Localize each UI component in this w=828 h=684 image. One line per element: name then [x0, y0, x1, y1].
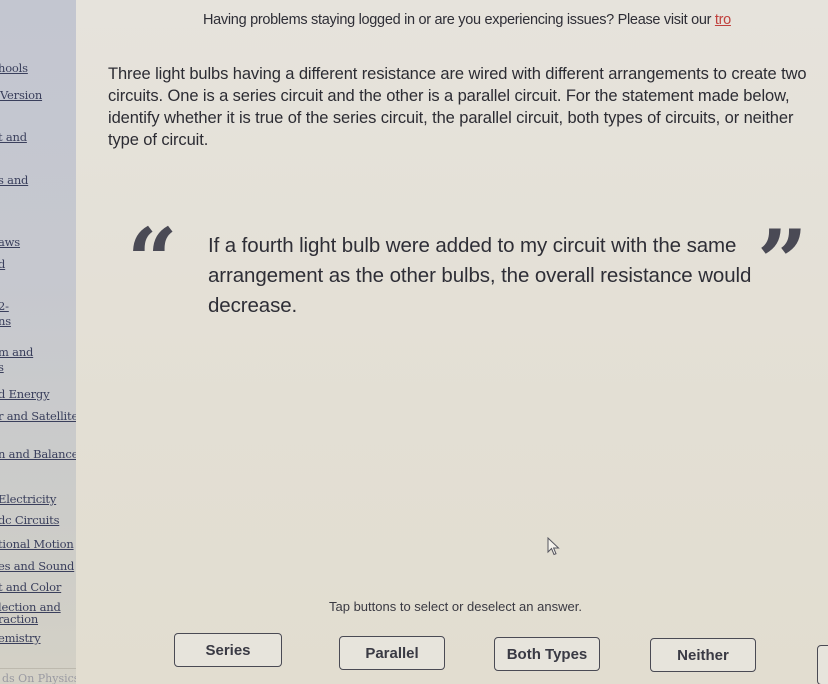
open-quote-icon: “ — [127, 208, 178, 312]
sidebar-item-6[interactable]: d — [0, 258, 5, 270]
sidebar-nav: hools Version t and s and aws d 2- ns m … — [0, 0, 76, 684]
sidebar-item-10[interactable]: s — [0, 361, 4, 373]
sidebar-item-schools[interactable]: hools — [0, 62, 28, 74]
answer-both-types-button[interactable]: Both Types — [494, 637, 600, 671]
sidebar-item-version[interactable]: Version — [0, 89, 42, 101]
sidebar-item-light-color[interactable]: t and Color — [0, 581, 61, 593]
troubleshooting-link[interactable]: tro — [715, 12, 731, 28]
page: hools Version t and s and aws d 2- ns m … — [0, 0, 828, 684]
sidebar-item-8[interactable]: ns — [0, 315, 11, 327]
sidebar-footer: ds On Physics — [2, 672, 76, 684]
answer-hint: Tap buttons to select or deselect an ans… — [329, 599, 582, 614]
sidebar-item-3[interactable]: t and — [0, 131, 27, 143]
login-notice: Having problems staying logged in or are… — [203, 12, 731, 28]
sidebar-item-7[interactable]: 2- — [0, 300, 9, 312]
question-instructions: Three light bulbs having a different res… — [108, 65, 807, 149]
sidebar-item-satellite[interactable]: r and Satellite — [0, 410, 76, 422]
sidebar-item-electricity[interactable]: Electricity — [0, 493, 56, 505]
question-statement: If a fourth light bulb were added to my … — [208, 234, 752, 317]
partial-button[interactable] — [817, 645, 828, 684]
sidebar-item-chemistry[interactable]: emistry — [0, 632, 41, 644]
sidebar-divider — [0, 668, 76, 669]
notice-text: Having problems staying logged in or are… — [203, 12, 715, 28]
sidebar-item-balance[interactable]: n and Balance — [0, 448, 76, 460]
sidebar-item-waves-sound[interactable]: es and Sound — [0, 560, 74, 572]
sidebar-item-4[interactable]: s and — [0, 174, 28, 186]
sidebar-item-dc-circuits[interactable]: dc Circuits — [0, 514, 59, 526]
sidebar-item-refraction[interactable]: raction — [0, 613, 38, 625]
answer-neither-button[interactable]: Neither — [650, 638, 756, 672]
sidebar-item-rotational-motion[interactable]: tional Motion — [0, 538, 74, 550]
close-quote-icon: ” — [757, 210, 808, 314]
answer-parallel-button[interactable]: Parallel — [339, 636, 445, 670]
answer-series-button[interactable]: Series — [174, 633, 282, 667]
mouse-pointer-icon — [547, 537, 560, 556]
sidebar-item-energy[interactable]: d Energy — [0, 388, 50, 400]
sidebar-item-laws[interactable]: aws — [0, 236, 20, 248]
sidebar-item-momentum[interactable]: m and — [0, 346, 33, 358]
